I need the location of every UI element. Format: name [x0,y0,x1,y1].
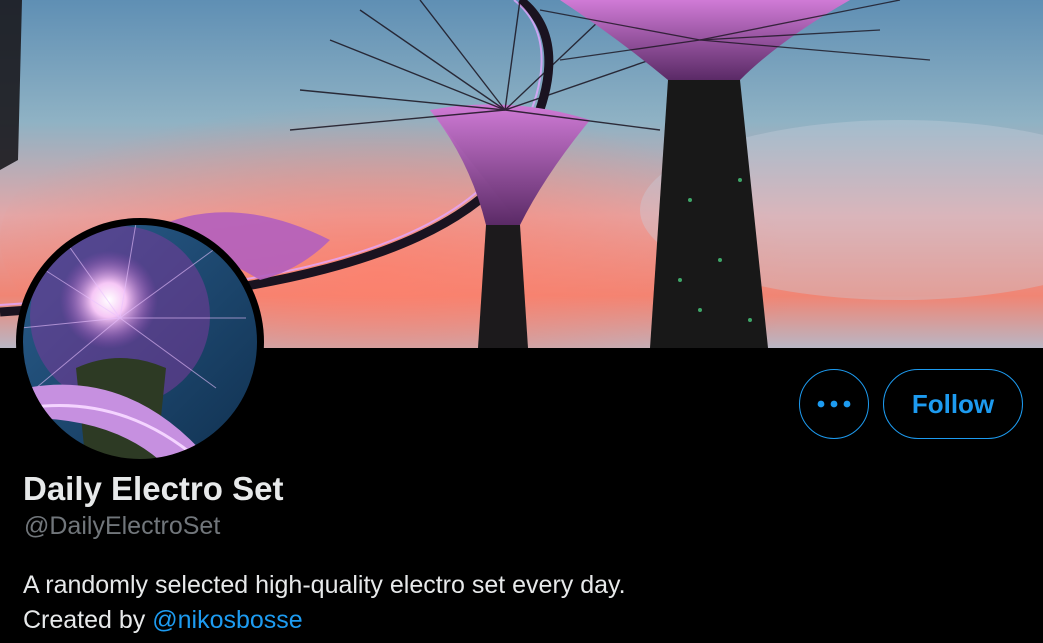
more-horizontal-icon [817,400,851,408]
profile-avatar[interactable] [16,218,264,466]
bio-mention-link[interactable]: @nikosbosse [152,606,302,634]
more-options-button[interactable] [799,369,869,439]
bio-line-1: A randomly selected high-quality electro… [23,571,626,599]
bio-created-by-text: Created by [23,606,146,634]
bio-line-2: Created by @nikosbosse [23,603,626,638]
profile-bio: A randomly selected high-quality electro… [23,568,626,638]
profile-display-name: Daily Electro Set [23,470,284,507]
avatar-image [17,219,263,465]
follow-button[interactable]: Follow [883,369,1023,439]
profile-handle: @DailyElectroSet [24,512,221,540]
